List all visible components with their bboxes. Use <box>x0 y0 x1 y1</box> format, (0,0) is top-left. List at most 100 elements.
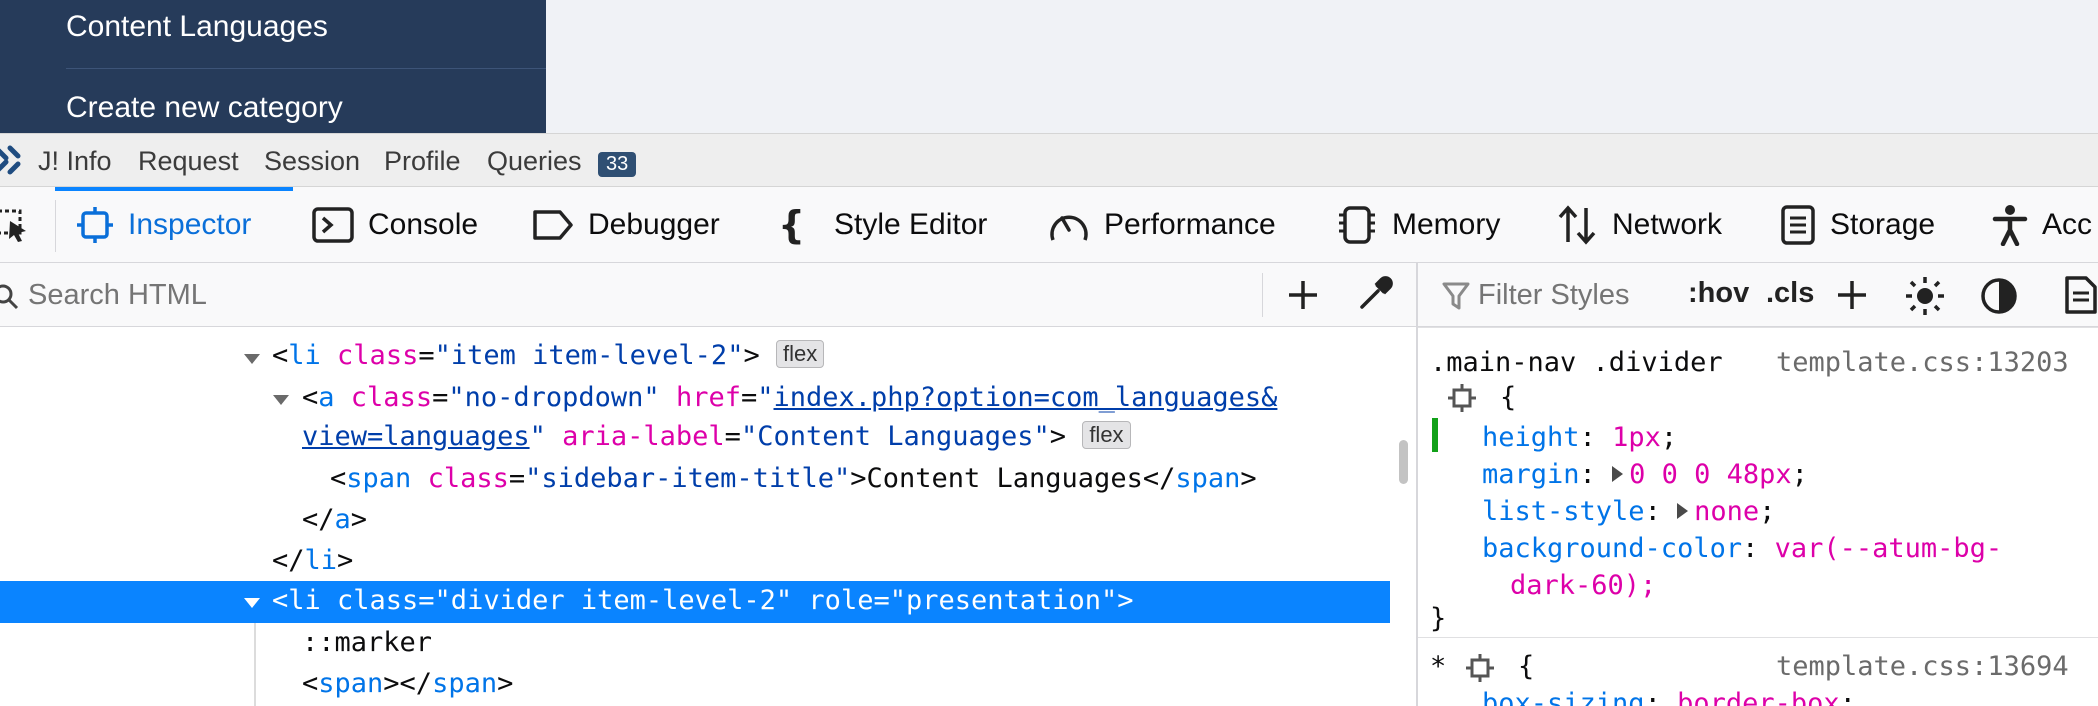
joomla-debug-bar: J! Info Request Session Profile Queries … <box>0 133 2098 187</box>
tab-console-label: Console <box>368 208 479 241</box>
memory-icon <box>1339 206 1375 244</box>
markup-scrollbar-thumb[interactable] <box>1399 440 1408 484</box>
property-name[interactable]: list-style <box>1482 496 1645 527</box>
debugbar-tab-profile[interactable]: Profile <box>384 146 461 177</box>
property-name[interactable]: margin <box>1482 459 1580 490</box>
expand-twisty-a[interactable] <box>273 395 289 405</box>
add-node-icon[interactable] <box>1287 279 1319 311</box>
href-link[interactable]: index.php?option=com_languages& <box>774 382 1278 413</box>
tag-name: span <box>1175 463 1241 494</box>
property-value[interactable]: var(--atum-bg- <box>1775 533 2003 564</box>
sidebar-item-content-languages[interactable]: Content Languages <box>66 10 328 44</box>
markup-line-a-close[interactable]: </a> <box>302 504 367 535</box>
tag-name: span <box>432 668 498 699</box>
rule-separator <box>1418 327 2098 328</box>
attr-name: aria-label <box>562 421 725 452</box>
tab-performance[interactable]: Performance <box>1048 187 1276 263</box>
attr-quote: " <box>529 421 546 452</box>
rule-open-brace: { <box>1518 651 1535 682</box>
tab-console[interactable]: Console <box>312 187 478 263</box>
tab-style-editor[interactable]: { } Style Editor <box>778 187 987 263</box>
tag-name: span <box>318 668 384 699</box>
markup-line-li-close[interactable]: </li> <box>272 545 353 576</box>
tab-accessibility[interactable]: Acc <box>1992 187 2092 263</box>
declaration-box-sizing[interactable]: box-sizing: border-box; <box>1482 688 1856 706</box>
element-picker-icon[interactable] <box>0 209 32 243</box>
tag-name: span <box>346 463 412 494</box>
debugbar-tab-j-info[interactable]: J! Info <box>38 146 112 177</box>
changed-declaration-marker <box>1432 418 1438 452</box>
rule-selector[interactable]: .main-nav .divider <box>1430 347 1723 378</box>
href-link[interactable]: view=languages <box>302 421 530 452</box>
debugbar-tab-request[interactable]: Request <box>138 146 239 177</box>
tag-bracket: < <box>272 340 289 371</box>
declaration-margin[interactable]: margin: 0 0 0 48px; <box>1482 459 1808 490</box>
tab-network[interactable]: Network <box>1556 187 1722 263</box>
property-name[interactable]: background-color <box>1482 533 1742 564</box>
markup-line-a[interactable]: <a class="no-dropdown" href="index.php?o… <box>302 382 1277 413</box>
property-value[interactable]: border-box <box>1677 688 1840 706</box>
search-html-input[interactable] <box>28 275 1258 315</box>
sidebar-item-create-new-category[interactable]: Create new category <box>66 91 343 125</box>
debugbar-tab-session[interactable]: Session <box>264 146 360 177</box>
add-rule-icon[interactable] <box>1836 279 1868 311</box>
declaration-list-style[interactable]: list-style: none; <box>1482 496 1775 527</box>
markup-line-a-cont[interactable]: view=languages" aria-label="Content Lang… <box>302 421 1131 452</box>
declaration-background-color-cont[interactable]: dark-60); <box>1510 570 1656 601</box>
tab-accessibility-label: Acc <box>2042 208 2093 241</box>
grid-highlighter-icon[interactable] <box>1448 384 1476 412</box>
tab-inspector-label: Inspector <box>128 208 252 241</box>
property-value[interactable]: 1px <box>1612 422 1661 453</box>
classes-button[interactable]: .cls <box>1766 277 1814 310</box>
markup-line-li-item[interactable]: <li class="item item-level-2"> flex <box>272 340 825 371</box>
property-name[interactable]: height <box>1482 422 1580 453</box>
joomla-logo-icon[interactable] <box>0 144 22 176</box>
markup-line-span-empty[interactable]: <span></span> <box>302 668 513 699</box>
markup-line-selected-li[interactable]: <li class="divider item-level-2" role="p… <box>272 585 1134 616</box>
expand-shorthand-icon[interactable] <box>1677 503 1689 519</box>
tab-debugger[interactable]: Debugger <box>532 187 720 263</box>
tab-inspector[interactable]: Inspector <box>76 187 251 263</box>
rule-selector-universal[interactable]: * <box>1430 651 1446 682</box>
tag-name: a <box>334 504 351 535</box>
expand-shorthand-icon[interactable] <box>1612 466 1624 482</box>
property-value[interactable]: dark-60); <box>1510 570 1656 601</box>
tag-bracket: > <box>743 340 760 371</box>
hover-states-button[interactable]: :hov <box>1688 277 1749 310</box>
print-media-icon[interactable] <box>2064 275 2098 315</box>
text-node: Content Languages <box>866 463 1143 494</box>
rule-close-brace: } <box>1430 603 1447 634</box>
rule-source-link[interactable]: template.css:13694 <box>1776 651 2069 682</box>
attr-name: href <box>675 382 741 413</box>
eyedropper-icon[interactable] <box>1356 275 1394 313</box>
attr-value: "Content Languages" <box>740 421 1050 452</box>
rule-source-link[interactable]: template.css:13203 <box>1776 347 2069 378</box>
declaration-height[interactable]: height: 1px; <box>1482 422 1677 453</box>
expand-twisty-selected[interactable] <box>244 598 260 608</box>
flex-badge[interactable]: flex <box>1082 421 1131 449</box>
property-value[interactable]: none <box>1694 496 1759 527</box>
dark-color-scheme-icon[interactable] <box>1980 277 2018 315</box>
sidebar-divider <box>66 68 546 69</box>
flex-badge[interactable]: flex <box>775 340 825 368</box>
debugbar-tab-queries[interactable]: Queries <box>487 146 582 177</box>
performance-icon <box>1050 215 1088 241</box>
grid-highlighter-icon[interactable] <box>1466 654 1494 682</box>
markup-line-marker[interactable]: ::marker <box>302 627 432 658</box>
declaration-background-color[interactable]: background-color: var(--atum-bg- <box>1482 533 2002 564</box>
browser-window: Content Languages Create new category J!… <box>0 0 2098 706</box>
property-value[interactable]: 0 0 0 48px <box>1629 459 1792 490</box>
attr-quote: " <box>757 382 774 413</box>
markup-scrollbar[interactable] <box>1390 327 1416 706</box>
attr-name: class <box>427 463 509 494</box>
filter-styles-input[interactable] <box>1478 275 1698 315</box>
tab-memory-label: Memory <box>1392 208 1501 241</box>
search-icon <box>0 284 19 310</box>
property-name[interactable]: box-sizing <box>1482 688 1645 706</box>
style-editor-icon: { } <box>778 204 820 246</box>
markup-line-span[interactable]: <span class="sidebar-item-title">Content… <box>330 463 1257 494</box>
light-color-scheme-icon[interactable] <box>1904 275 1946 317</box>
tab-storage[interactable]: Storage <box>1780 187 1935 263</box>
expand-twisty-li[interactable] <box>244 354 260 364</box>
tab-memory[interactable]: Memory <box>1336 187 1500 263</box>
